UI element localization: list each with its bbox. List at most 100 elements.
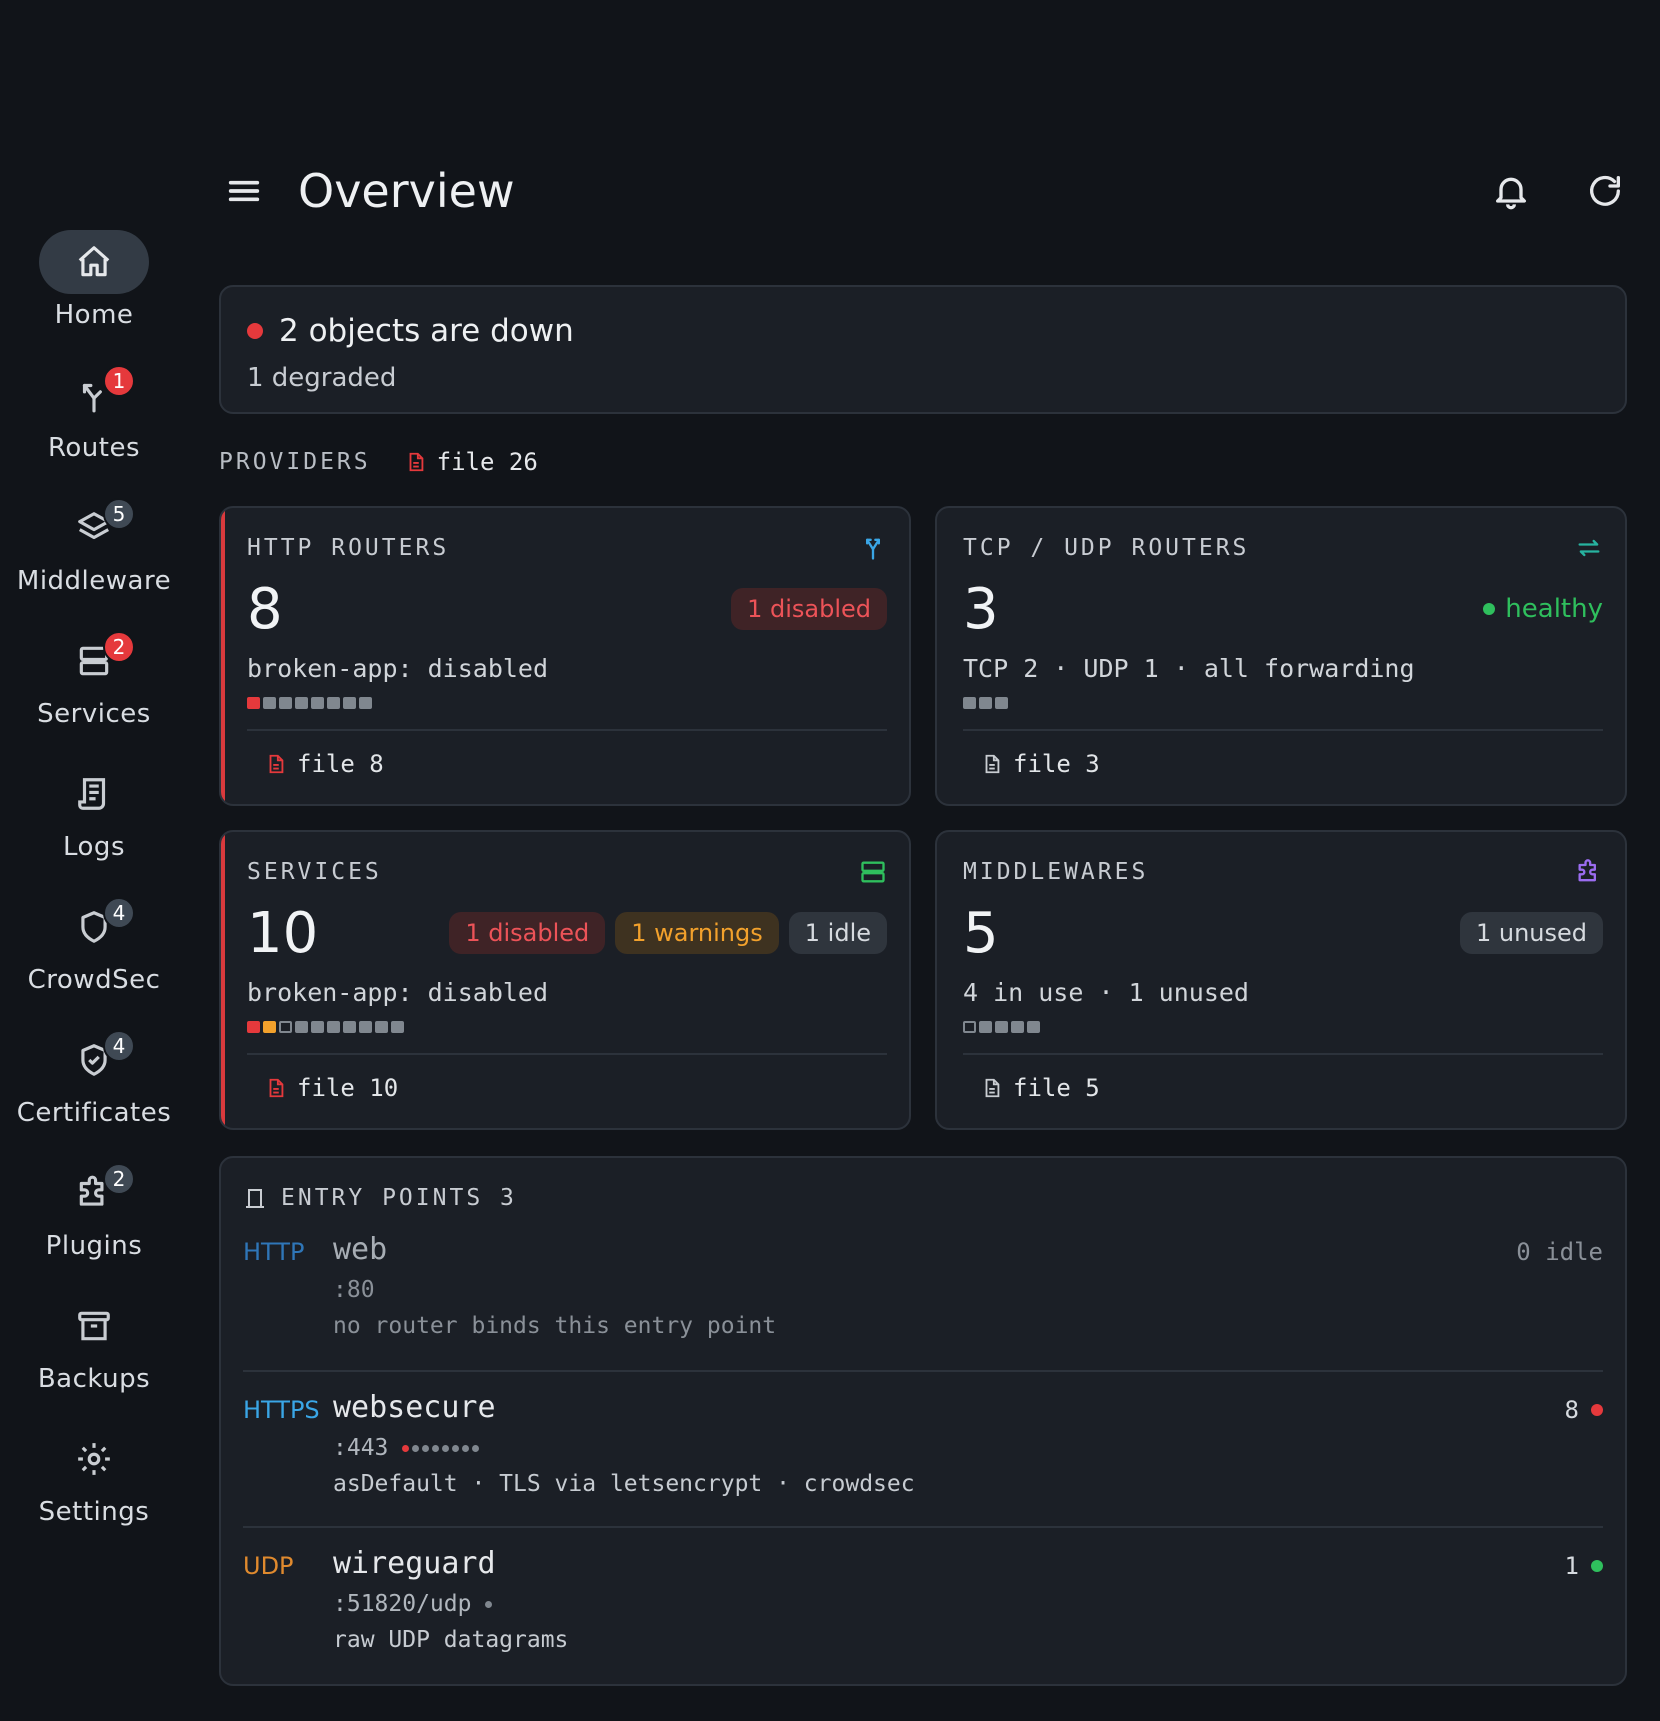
sidebar-item-settings[interactable]: Settings [0,1427,188,1560]
health-label: healthy [1505,594,1603,624]
sidebar: Home 1 Routes 5 Middleware 2 Services Lo… [0,230,188,1560]
archive-icon [39,1294,149,1358]
card-description: broken-app: disabled [247,978,549,1007]
entry-point-name: web [333,1232,388,1267]
health-status: healthy [1483,594,1603,624]
entry-points-panel: ENTRY POINTS 3 HTTP web :80 no router bi… [219,1156,1627,1686]
router-dots [485,1600,493,1608]
sidebar-item-certificates[interactable]: 4 Certificates [0,1028,188,1161]
card-title: SERVICES [247,859,382,885]
entry-point-note: no router binds this entry point [333,1313,777,1339]
sidebar-item-routes[interactable]: 1 Routes [0,363,188,496]
footer-provider-name: file [1013,1074,1071,1102]
card-description: broken-app: disabled [247,654,549,683]
page-title: Overview [298,164,515,218]
footer-provider-name: file [1013,750,1071,778]
entry-point-status-dot [1591,1560,1603,1572]
warnings-pill[interactable]: 1 warnings [615,912,779,954]
server-icon: 2 [39,629,149,693]
middlewares-card[interactable]: MIDDLEWARES 5 1 unused 4 in use · 1 unus… [935,830,1627,1130]
entry-point-note: asDefault · TLS via letsencrypt · crowds… [333,1471,915,1497]
notifications-button[interactable] [1486,166,1536,216]
disabled-pill[interactable]: 1 disabled [449,912,606,954]
file-icon [269,754,284,774]
status-alert[interactable]: 2 objects are down 1 degraded [219,285,1627,414]
shield-check-icon: 4 [39,1028,149,1092]
provider-chip-count: 26 [508,448,538,476]
routes-icon [866,538,880,560]
entry-point-protocol: UDP [243,1552,294,1580]
alert-title: 2 objects are down [279,313,574,349]
card-title: MIDDLEWARES [963,859,1149,885]
entry-point-protocol: HTTP [243,1238,305,1266]
alert-subtitle: 1 degraded [247,363,397,393]
status-squares [247,1021,887,1033]
card-provider-footer[interactable]: file 8 [247,731,887,797]
health-dot [1483,603,1496,615]
entry-point-router-count: 0 idle [1516,1238,1603,1266]
disabled-pill[interactable]: 1 disabled [731,588,887,630]
door-icon [246,1189,264,1208]
sidebar-item-label: Middleware [16,566,172,596]
sidebar-item-label: Certificates [16,1098,172,1128]
menu-icon [228,180,260,202]
entry-point-protocol: HTTPS [243,1396,320,1424]
sidebar-item-crowdsec[interactable]: 4 CrowdSec [0,895,188,1028]
footer-provider-name: file [297,750,355,778]
status-squares [963,1021,1603,1033]
card-description: TCP 2 · UDP 1 · all forwarding [963,654,1415,683]
entry-point-router-count: 1 [1564,1552,1579,1580]
card-title: HTTP ROUTERS [247,535,450,561]
http-routers-card[interactable]: HTTP ROUTERS 8 1 disabled broken-app: di… [219,506,911,806]
card-count: 8 [247,576,283,642]
idle-pill[interactable]: 1 idle [788,912,887,954]
entry-point-port: :51820/udp [333,1591,472,1617]
tcp-udp-routers-card[interactable]: TCP / UDP ROUTERS 3 healthy TCP 2 · UDP … [935,506,1627,806]
entry-points-title: ENTRY POINTS 3 [281,1185,517,1211]
card-provider-footer[interactable]: file 5 [963,1055,1603,1121]
refresh-icon [1590,175,1620,206]
sidebar-item-backups[interactable]: Backups [0,1294,188,1427]
providers-bar: PROVIDERS file 26 [219,444,538,480]
sidebar-item-home[interactable]: Home [0,230,188,363]
puzzle-icon [1578,859,1596,882]
unused-pill[interactable]: 1 unused [1459,912,1603,954]
entry-point-router-count: 8 [1564,1396,1579,1424]
plugins-badge: 2 [103,1163,135,1195]
menu-button[interactable] [220,167,268,215]
refresh-button[interactable] [1580,166,1630,216]
file-icon [409,452,423,472]
card-provider-footer[interactable]: file 3 [963,731,1603,797]
sidebar-item-label: Plugins [45,1231,143,1261]
gear-icon [39,1427,149,1491]
home-icon [39,230,149,294]
provider-chip-file[interactable]: file 26 [405,448,538,476]
file-icon [269,1078,284,1098]
footer-provider-count: 10 [369,1074,399,1102]
footer-provider-count: 3 [1085,750,1100,778]
file-icon [985,1078,1000,1098]
entry-point-row-websecure[interactable]: HTTPS websecure :443 asDefault · TLS via… [243,1370,1603,1526]
card-provider-footer[interactable]: file 10 [247,1055,887,1121]
alert-status-dot [247,323,263,339]
sidebar-item-middleware[interactable]: 5 Middleware [0,496,188,629]
sidebar-item-label: Settings [38,1497,150,1527]
entry-point-row-wireguard[interactable]: UDP wireguard :51820/udp raw UDP datagra… [243,1526,1603,1682]
entry-point-row-web[interactable]: HTTP web :80 no router binds this entry … [243,1214,1603,1370]
footer-provider-count: 8 [369,750,384,778]
bell-icon [1496,177,1526,210]
sidebar-item-plugins[interactable]: 2 Plugins [0,1161,188,1294]
shield-icon: 4 [39,895,149,959]
logs-icon [39,762,149,826]
sidebar-item-services[interactable]: 2 Services [0,629,188,762]
entry-point-status-dot [1591,1404,1603,1416]
status-squares [247,697,887,709]
provider-chip-name: file [436,448,495,476]
routes-icon: 1 [39,363,149,427]
services-card[interactable]: SERVICES 10 1 disabled 1 warnings 1 idle… [219,830,911,1130]
sidebar-item-label: Home [54,300,134,330]
sidebar-item-label: Services [37,699,151,729]
entry-point-name: wireguard [333,1546,496,1581]
card-count: 10 [247,900,319,966]
sidebar-item-logs[interactable]: Logs [0,762,188,895]
